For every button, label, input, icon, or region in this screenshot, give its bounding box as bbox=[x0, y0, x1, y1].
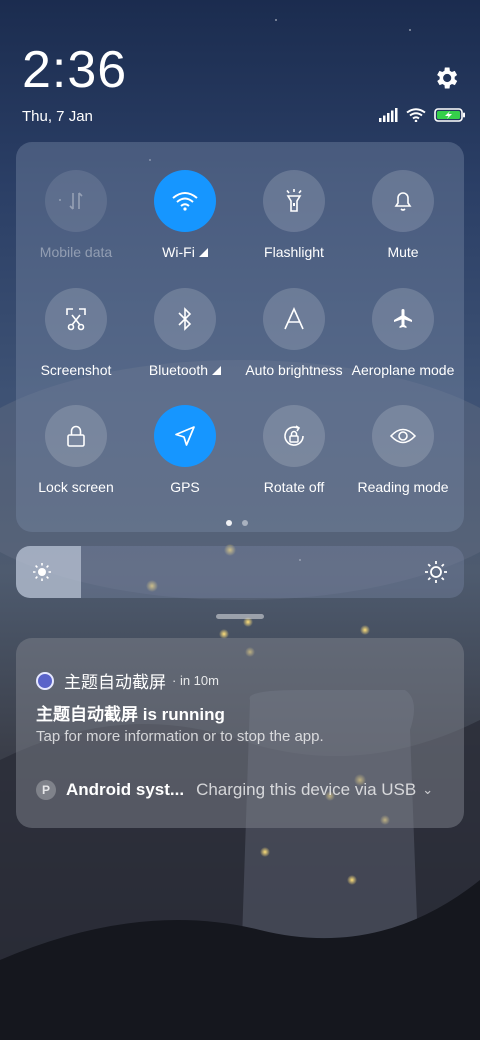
drag-handle[interactable] bbox=[216, 614, 264, 619]
tile-label: Screenshot bbox=[40, 362, 112, 378]
more-triangle-icon bbox=[212, 366, 222, 375]
tile-reading-mode[interactable]: Reading mode bbox=[349, 405, 457, 495]
page-dot[interactable] bbox=[226, 520, 232, 526]
bluetooth-icon bbox=[154, 288, 216, 350]
tile-label: Rotate off bbox=[263, 479, 325, 495]
tile-lock-screen[interactable]: Lock screen bbox=[22, 405, 130, 495]
bell-icon bbox=[372, 170, 434, 232]
chevron-down-icon[interactable]: ⌄ bbox=[422, 782, 433, 798]
tile-label: Flashlight bbox=[264, 244, 324, 260]
auto-brightness-icon bbox=[263, 288, 325, 350]
page-indicator bbox=[226, 520, 248, 526]
wifi-status-icon bbox=[406, 108, 426, 122]
tile-label: Bluetooth bbox=[131, 362, 239, 378]
tile-aeroplane[interactable]: Aeroplane mode bbox=[349, 288, 457, 378]
sun-small-icon bbox=[33, 563, 51, 581]
secondary-app-name: Android syst... bbox=[66, 780, 185, 799]
notification-header: 主题自动截屏 · in 10m bbox=[36, 668, 219, 693]
brightness-slider[interactable] bbox=[16, 546, 464, 598]
airplane-icon bbox=[372, 288, 434, 350]
date: Thu, 7 Jan bbox=[22, 108, 93, 125]
tile-label: GPS bbox=[170, 479, 200, 495]
notification-time: · in 10m bbox=[172, 673, 219, 688]
secondary-text: Charging this device via USB bbox=[196, 780, 417, 799]
signal-icon bbox=[379, 108, 398, 122]
tile-mobile-data[interactable]: Mobile data bbox=[22, 170, 130, 260]
tile-gps[interactable]: GPS bbox=[131, 405, 239, 495]
page-dot[interactable] bbox=[242, 520, 248, 526]
tile-mute[interactable]: Mute bbox=[349, 170, 457, 260]
tile-label: Aeroplane mode bbox=[351, 362, 455, 378]
android-system-icon: P bbox=[36, 780, 56, 800]
notification-card[interactable]: 主题自动截屏 · in 10m 主题自动截屏 is running Tap fo… bbox=[16, 638, 464, 828]
tile-label: Wi-Fi bbox=[131, 244, 239, 260]
clock: 2:36 bbox=[22, 41, 128, 99]
secondary-notification[interactable]: P Android syst... Charging this device v… bbox=[36, 780, 446, 800]
system-icons bbox=[378, 108, 466, 122]
more-triangle-icon bbox=[198, 248, 208, 257]
tile-label: Mobile data bbox=[39, 244, 113, 260]
status-bar: 2:36 Thu, 7 Jan bbox=[0, 0, 480, 140]
tile-rotate[interactable]: Rotate off bbox=[240, 405, 348, 495]
tile-label: Reading mode bbox=[357, 479, 449, 495]
battery-charging-icon bbox=[434, 108, 465, 122]
tile-screenshot[interactable]: Screenshot bbox=[22, 288, 130, 378]
notification-title: 主题自动截屏 is running bbox=[36, 705, 225, 724]
rotate-lock-icon bbox=[263, 405, 325, 467]
tile-flashlight[interactable]: Flashlight bbox=[240, 170, 348, 260]
app-icon bbox=[36, 671, 54, 690]
location-arrow-icon bbox=[154, 405, 216, 467]
wifi-icon bbox=[154, 170, 216, 232]
tile-label: Mute bbox=[387, 244, 419, 260]
gear-icon[interactable] bbox=[432, 64, 460, 92]
tile-label: Lock screen bbox=[38, 479, 114, 495]
flashlight-icon bbox=[263, 170, 325, 232]
lock-icon bbox=[45, 405, 107, 467]
tile-auto-brightness[interactable]: Auto brightness bbox=[240, 288, 348, 378]
tile-wifi[interactable]: Wi-Fi bbox=[131, 170, 239, 260]
mobile-data-icon bbox=[45, 170, 107, 232]
scissors-icon bbox=[45, 288, 107, 350]
notification-app-name: 主题自动截屏 bbox=[64, 673, 166, 692]
tile-bluetooth[interactable]: Bluetooth bbox=[131, 288, 239, 378]
eye-icon bbox=[372, 405, 434, 467]
notification-text: Tap for more information or to stop the … bbox=[36, 728, 324, 745]
tile-label: Auto brightness bbox=[245, 362, 343, 378]
sun-large-icon bbox=[425, 561, 447, 583]
quick-settings-panel: Mobile data Wi-Fi Flashlight Mute Screen… bbox=[16, 142, 464, 532]
